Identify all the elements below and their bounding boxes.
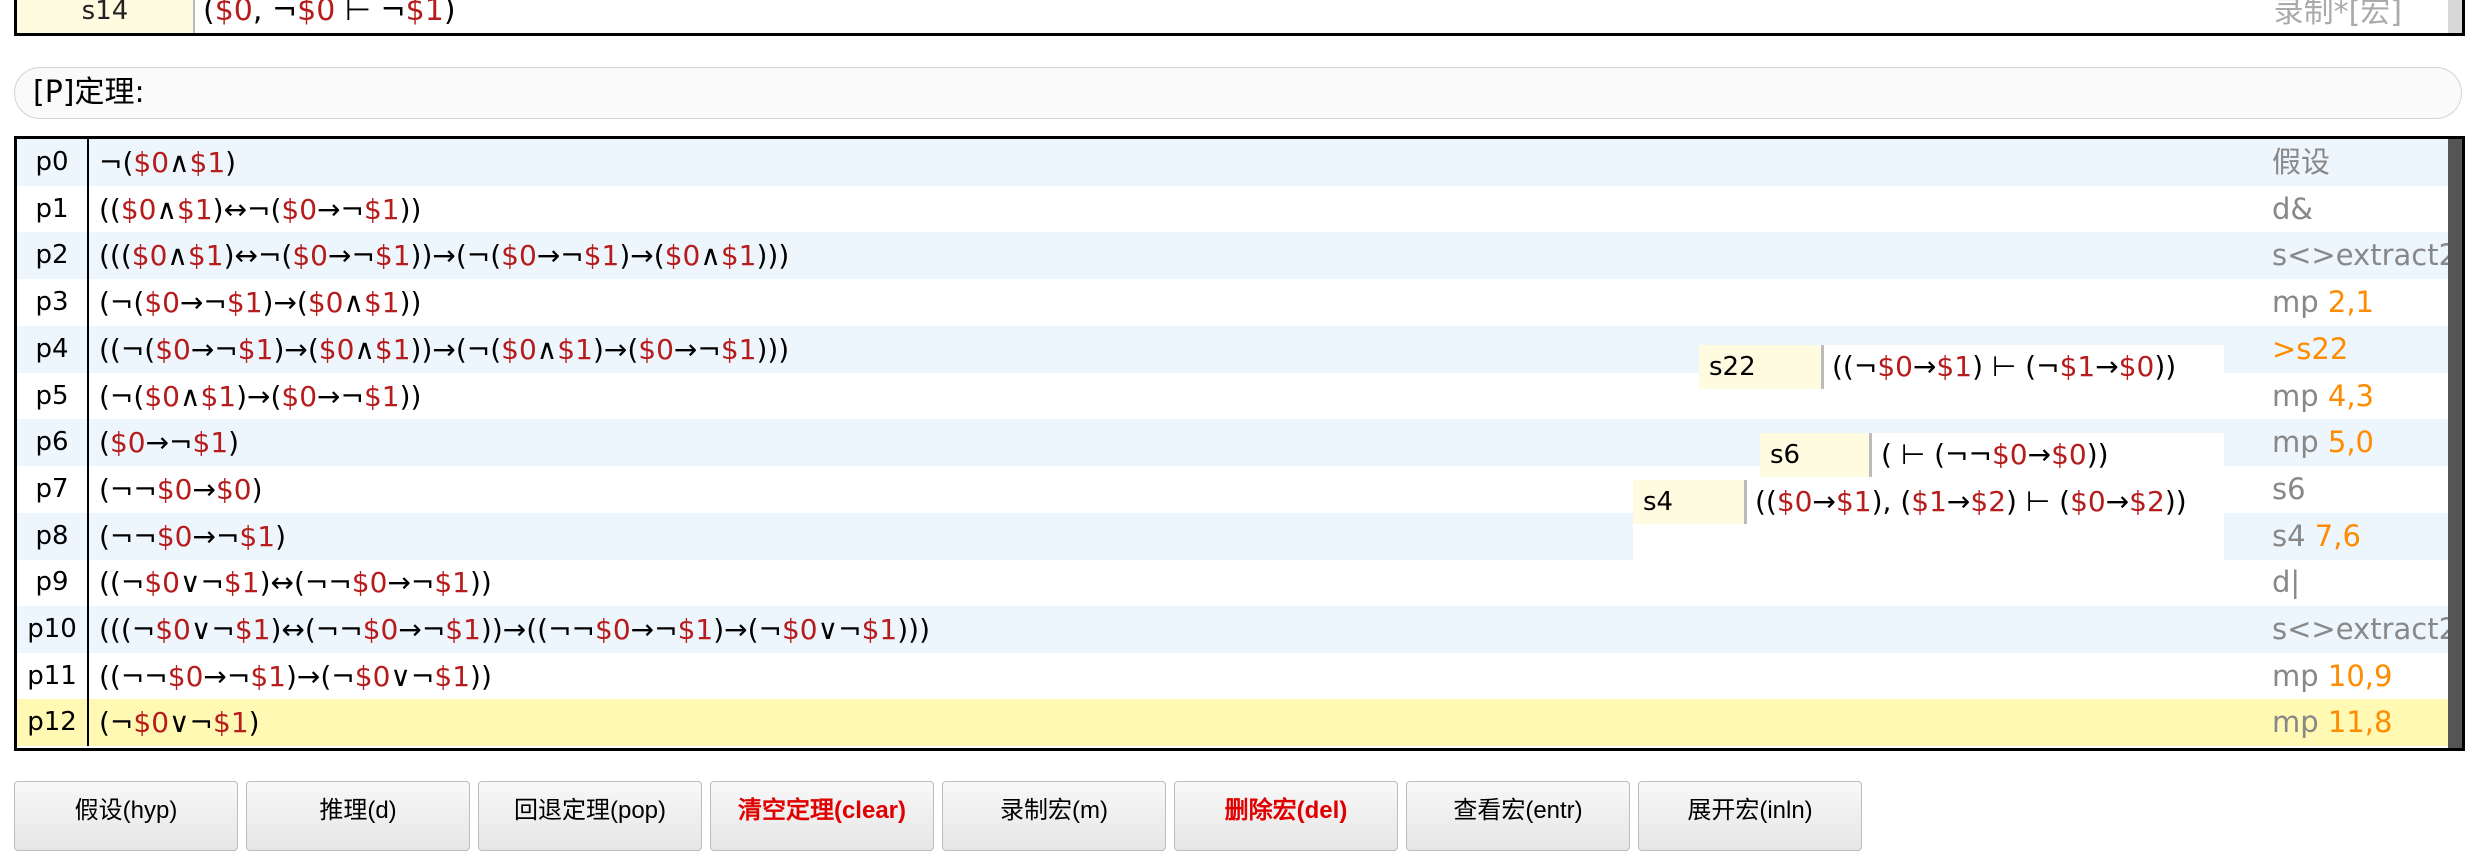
proof-row-label: p5 [17, 372, 89, 420]
top-row-action: 录制*[宏] [2273, 0, 2402, 30]
theorem-title-bar[interactable]: [P]定理: [14, 67, 2462, 119]
proof-row-formula: ((¬¬$0→¬$1)→(¬$0∨¬$1)) [99, 659, 492, 693]
macro-popup-s4[interactable]: s4 (($0→$1), ($1→$2) ⊢ ($0→$2)) [1633, 477, 2224, 565]
proof-row-action[interactable]: d| [2272, 559, 2300, 606]
macro-popup-name: s6 [1760, 433, 1872, 477]
macro-popup-name: s4 [1633, 480, 1747, 524]
macro-popup-name: s22 [1699, 345, 1824, 389]
proof-row-p9[interactable]: p9 ((¬$0∨¬$1)↔(¬¬$0→¬$1)) d| [17, 559, 2458, 607]
macro-table-tail: s14 ($0, ¬$0 ⊢ ¬$1) 录制*[宏] [14, 0, 2465, 36]
proof-row-p12[interactable]: p12 (¬$0∨¬$1) mp 11,8 [17, 699, 2458, 747]
proof-row-action[interactable]: mp 10,9 [2272, 653, 2392, 700]
top-scrollbar[interactable] [2448, 0, 2462, 33]
proof-row-formula: (¬$0∨¬$1) [99, 706, 260, 740]
proof-row-label: p7 [17, 465, 89, 513]
proof-row-action[interactable]: mp 11,8 [2272, 699, 2392, 746]
button-4[interactable]: 录制宏(m) [942, 781, 1166, 851]
proof-row-p0[interactable]: p0 ¬($0∧$1) 假设 [17, 139, 2458, 186]
proof-row-action[interactable]: s4 7,6 [2272, 513, 2361, 560]
proof-row-action[interactable]: >s22 [2272, 326, 2348, 373]
proof-row-p3[interactable]: p3 (¬($0→¬$1)→($0∧$1)) mp 2,1 [17, 279, 2458, 327]
proof-row-p10[interactable]: p10 (((¬$0∨¬$1)↔(¬¬$0→¬$1))→((¬¬$0→¬$1)→(… [17, 606, 2458, 653]
proof-row-formula: ((¬($0→¬$1)→($0∧$1))→(¬($0∧$1)→($0→¬$1))… [99, 332, 790, 366]
proof-row-action[interactable]: s<>extract2 [2272, 232, 2457, 279]
proof-row-formula: (¬¬$0→$0) [99, 472, 263, 506]
proof-row-formula: ($0→¬$1) [99, 426, 240, 460]
top-row-formula: ($0, ¬$0 ⊢ ¬$1) [203, 0, 456, 28]
proof-row-formula: (¬($0→¬$1)→($0∧$1)) [99, 286, 422, 320]
proof-row-action[interactable]: s<>extract2 [2272, 606, 2457, 653]
button-6[interactable]: 查看宏(entr) [1406, 781, 1630, 851]
button-0[interactable]: 假设(hyp) [14, 781, 238, 851]
proof-row-action[interactable]: d& [2272, 186, 2313, 233]
proof-row-label: p1 [17, 185, 89, 233]
proof-row-formula: (($0∧$1)↔¬($0→¬$1)) [99, 192, 422, 226]
proof-row-formula: (((¬$0∨¬$1)↔(¬¬$0→¬$1))→((¬¬$0→¬$1)→(¬$0… [99, 613, 931, 646]
proof-row-action[interactable]: mp 2,1 [2272, 279, 2374, 326]
proof-row-label: p3 [17, 279, 89, 327]
proof-row-formula: (¬($0∧$1)→($0→¬$1)) [99, 379, 422, 413]
proof-row-formula: (¬¬$0→¬$1) [99, 519, 286, 553]
proof-row-formula: ((¬$0∨¬$1)↔(¬¬$0→¬$1)) [99, 566, 492, 600]
proof-scrollbar[interactable] [2448, 139, 2462, 748]
macro-popup-formula: (($0→$1), ($1→$2) ⊢ ($0→$2)) [1755, 485, 2187, 518]
proof-row-action[interactable]: mp 5,0 [2272, 419, 2374, 466]
proof-row-label: p2 [17, 232, 89, 280]
macro-popup-s22[interactable]: s22 ((¬$0→$1) ⊢ (¬$1→$0)) [1699, 345, 2224, 389]
button-1[interactable]: 推理(d) [246, 781, 470, 851]
button-5[interactable]: 删除宏(del) [1174, 781, 1398, 851]
proof-row-label: p12 [17, 699, 89, 747]
proof-row-label: p10 [17, 606, 89, 653]
proof-row-label: p6 [17, 419, 89, 467]
proof-table: p0 ¬($0∧$1) 假设 p1 (($0∧$1)↔¬($0→¬$1)) d& p2 (((… [14, 136, 2465, 751]
proof-row-formula: ((($0∧$1)↔¬($0→¬$1))→(¬($0→¬$1)→($0∧$1))… [99, 239, 790, 273]
proof-row-p2[interactable]: p2 ((($0∧$1)↔¬($0→¬$1))→(¬($0→¬$1)→($0∧$1… [17, 232, 2458, 280]
theorem-title: [P]定理: [33, 75, 145, 110]
proof-row-label: p11 [17, 652, 89, 700]
macro-popup-formula: ((¬$0→$1) ⊢ (¬$1→$0)) [1832, 350, 2177, 383]
proof-row-p1[interactable]: p1 (($0∧$1)↔¬($0→¬$1)) d& [17, 185, 2458, 233]
proof-row-action[interactable]: s6 [2272, 466, 2306, 513]
proof-row-action[interactable]: mp 4,3 [2272, 373, 2374, 420]
proof-row-p11[interactable]: p11 ((¬¬$0→¬$1)→(¬$0∨¬$1)) mp 10,9 [17, 652, 2458, 700]
proof-row-label: p0 [17, 139, 89, 186]
proof-row-action[interactable]: 假设 [2272, 139, 2330, 186]
top-row-label[interactable]: s14 [17, 0, 195, 33]
macro-popup-s6[interactable]: s6 ( ⊢ (¬¬$0→$0)) [1760, 433, 2224, 477]
proof-row-label: p8 [17, 512, 89, 560]
macro-popup-formula: ( ⊢ (¬¬$0→$0)) [1881, 438, 2109, 471]
button-3[interactable]: 清空定理(clear) [710, 781, 934, 851]
proof-row-label: p9 [17, 559, 89, 607]
proof-row-formula: ¬($0∧$1) [99, 146, 237, 179]
proof-row-label: p4 [17, 325, 89, 373]
button-2[interactable]: 回退定理(pop) [478, 781, 702, 851]
button-7[interactable]: 展开宏(inln) [1638, 781, 1862, 851]
